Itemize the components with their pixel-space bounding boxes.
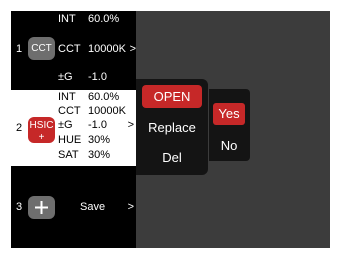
no-button[interactable]: No [213,135,245,157]
field-label-cct: CCT [58,43,81,55]
field-label-cct: CCT [58,105,81,117]
slot-number: 1 [16,43,23,55]
field-label-hue: HUE [58,134,82,146]
chevron-right-icon: > [129,43,136,55]
field-value-sat: 30% [88,149,111,161]
field-value-green: -1.0 [88,71,107,83]
preset-slot-1[interactable]: INT 60.0% 1 CCT CCT 10000K > ±G -1.0 [11,11,136,90]
slot-number: 2 [16,122,23,134]
preset-action-menu: OPEN Replace Del [136,79,208,175]
field-value-cct: 10000K [88,43,126,55]
delete-button[interactable]: Del [142,146,202,169]
mode-sub-label: + [38,132,45,143]
add-button[interactable] [28,196,55,219]
preset-slot-3[interactable]: 3 Save > [11,166,136,248]
mode-badge-hsic: HSIC + [28,117,55,143]
chevron-right-icon: > [127,119,134,131]
field-value-green: -1.0 [88,119,107,131]
field-value-int: 60.0% [88,13,120,25]
slot-number: 3 [16,201,23,213]
save-label: Save [80,201,106,213]
plus-icon [35,201,48,214]
mode-badge-cct: CCT [28,37,55,60]
field-label-green: ±G [58,119,73,131]
field-value-cct: 10000K [88,105,126,117]
confirm-menu: Yes No [209,89,250,161]
field-value-hue: 30% [88,134,111,146]
field-label-int: INT [58,91,76,103]
preset-list: INT 60.0% 1 CCT CCT 10000K > ±G -1.0 INT… [11,11,136,248]
field-label-int: INT [58,13,76,25]
mode-label: HSIC [29,120,54,131]
field-label-green: ±G [58,71,73,83]
field-value-int: 60.0% [88,91,120,103]
device-screen: INT 60.0% 1 CCT CCT 10000K > ±G -1.0 INT… [11,11,330,248]
replace-button[interactable]: Replace [142,116,202,139]
open-button[interactable]: OPEN [142,85,202,108]
field-label-sat: SAT [58,149,79,161]
mode-label: CCT [31,43,52,54]
preset-slot-2[interactable]: INT 60.0% CCT 10000K 2 HSIC + ±G -1.0 > … [11,90,136,166]
yes-button[interactable]: Yes [213,103,245,125]
chevron-right-icon: > [127,201,134,213]
